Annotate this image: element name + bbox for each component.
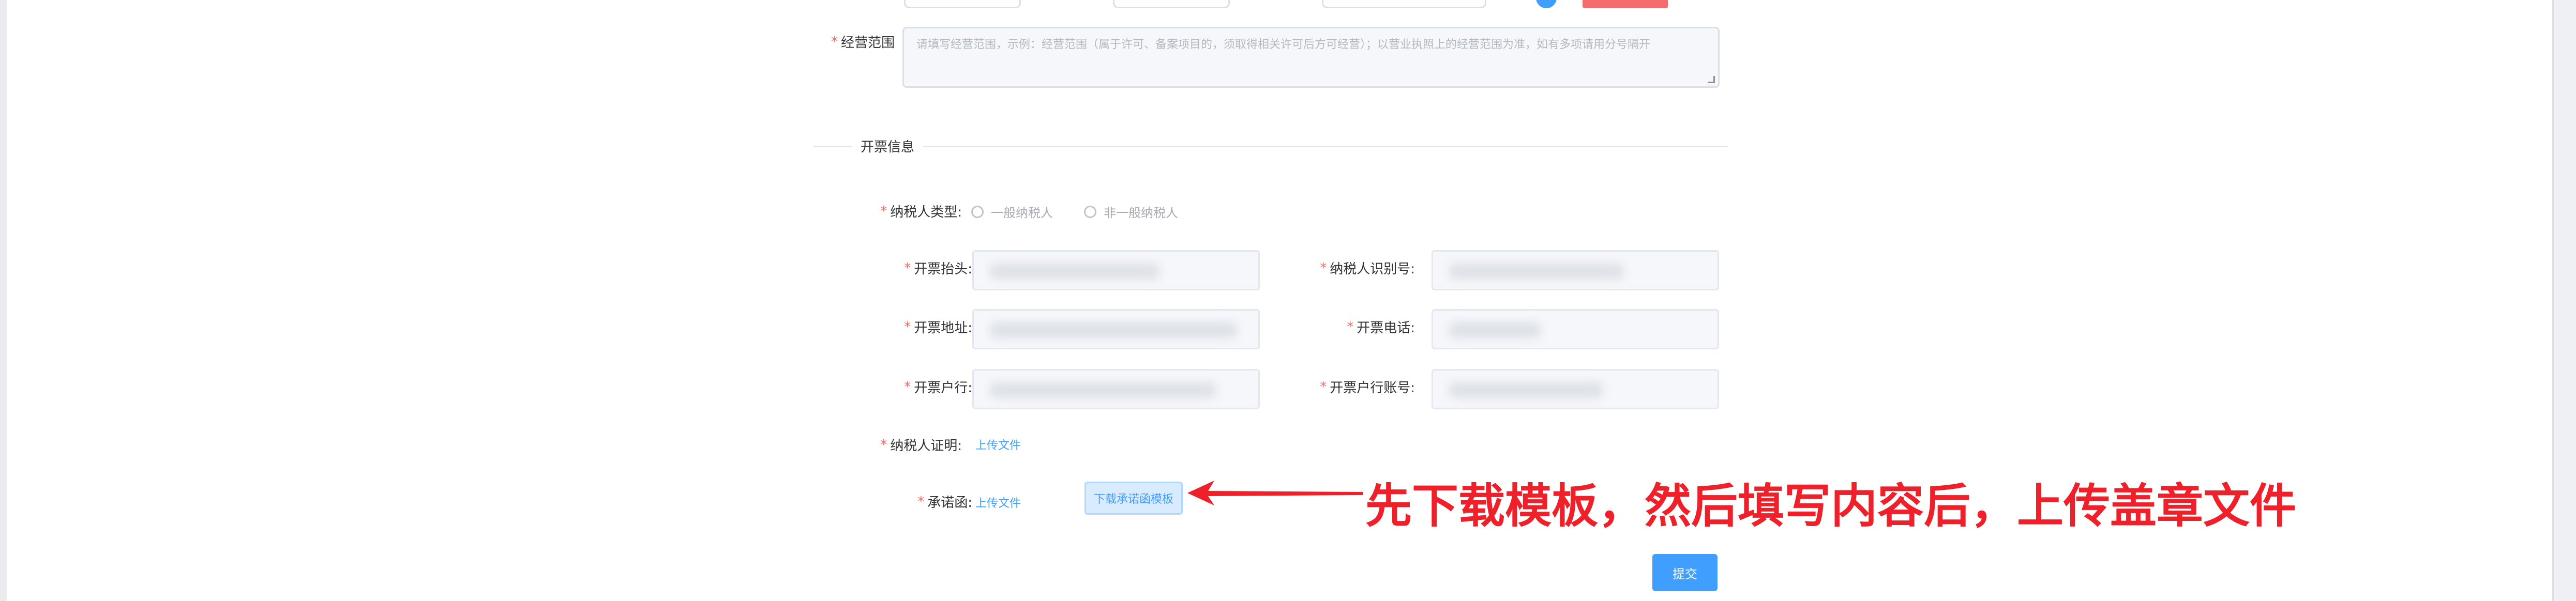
business-scope-textarea[interactable]: 请填写经营范围，示例：经营范围（属于许可、备案项目的，须取得相关许可后方可经营）… [902, 27, 1720, 88]
business-scope-label: * 经营范围 [831, 34, 895, 51]
annotation-text: 先下载模板，然后填写内容后，上传盖章文件 [1365, 479, 2296, 533]
commitment-letter-label: * 承诺函: [917, 494, 972, 511]
top-cutoff-circle-icon[interactable] [1536, 0, 1557, 8]
radio-circle-icon[interactable] [1084, 205, 1096, 218]
download-template-button[interactable]: 下载承诺函模板 [1084, 482, 1183, 515]
page-scrollbar[interactable] [2552, 0, 2576, 601]
invoice-title-input[interactable] [972, 250, 1260, 290]
radio-label: 一般纳税人 [991, 206, 1053, 220]
radio-circle-icon[interactable] [971, 205, 984, 218]
invoice-address-input[interactable] [972, 309, 1260, 349]
radio-label: 非一般纳税人 [1104, 206, 1178, 220]
resize-grip-icon[interactable] [1708, 76, 1715, 83]
radio-general-taxpayer[interactable]: 一般纳税人 [971, 203, 1053, 221]
invoice-address-label: * 开票地址: [904, 319, 972, 336]
red-left-arrow-icon [1187, 481, 1363, 505]
top-cutoff-input-2[interactable] [1113, 0, 1230, 8]
business-scope-placeholder: 请填写经营范围，示例：经营范围（属于许可、备案项目的，须取得相关许可后方可经营）… [916, 38, 1651, 51]
taxpayer-id-label: * 纳税人识别号: [1320, 260, 1415, 278]
bank-account-label: * 开票户行账号: [1320, 379, 1415, 396]
submit-button[interactable]: 提交 [1652, 554, 1718, 591]
radio-non-general-taxpayer[interactable]: 非一般纳税人 [1084, 203, 1178, 221]
taxpayer-proof-label: * 纳税人证明: [880, 437, 962, 454]
taxpayer-type-radio-group: 一般纳税人 非一般纳税人 [971, 203, 1178, 221]
invoice-section-title: 开票信息 [852, 136, 923, 156]
taxpayer-proof-upload-link[interactable]: 上传文件 [975, 436, 1021, 453]
commitment-letter-upload-link[interactable]: 上传文件 [975, 494, 1021, 511]
invoice-bank-input[interactable] [972, 369, 1260, 409]
top-cutoff-red-button[interactable] [1583, 0, 1668, 8]
section-divider [813, 146, 1728, 147]
taxpayer-type-label: * 纳税人类型: [880, 203, 962, 221]
top-cutoff-input-1[interactable] [904, 0, 1021, 8]
bank-account-input[interactable] [1432, 369, 1719, 409]
invoice-phone-label: * 开票电话: [1347, 319, 1415, 336]
top-cutoff-input-3[interactable] [1322, 0, 1486, 8]
invoice-title-label: * 开票抬头: [904, 260, 972, 278]
window-left-edge [0, 0, 7, 601]
invoice-phone-input[interactable] [1432, 309, 1719, 349]
taxpayer-id-input[interactable] [1432, 250, 1719, 290]
invoice-bank-label: * 开票户行: [904, 379, 972, 396]
